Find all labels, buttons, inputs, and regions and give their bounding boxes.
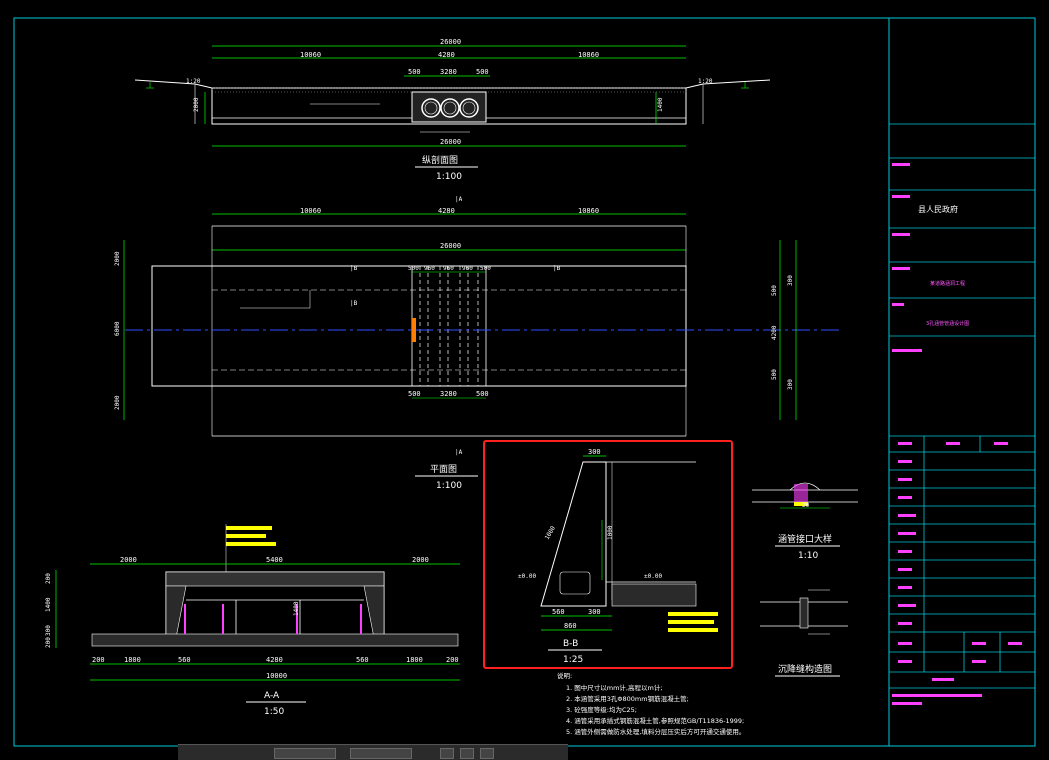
plan-small-3: 960 bbox=[443, 265, 454, 272]
aa-right-1: 1400 bbox=[293, 601, 300, 616]
taskbar-item-1[interactable] bbox=[274, 748, 336, 759]
bb-dim-b1: 560 bbox=[552, 608, 565, 616]
plan-right-1: 500 bbox=[771, 285, 778, 296]
plan-right-4: 300 bbox=[787, 275, 794, 286]
bb-scale: 1:25 bbox=[563, 655, 583, 665]
aa-dim-b7: 200 bbox=[446, 656, 459, 664]
bb-highlight-box bbox=[483, 440, 733, 669]
plan-small-2: 960 bbox=[424, 265, 435, 272]
bb-height: 1000 bbox=[607, 525, 614, 540]
settlement-joint-view: 沉降缝构造图 bbox=[760, 589, 848, 677]
plan-dim-total: 26000 bbox=[440, 242, 461, 250]
aa-dim-top-1: 2000 bbox=[120, 556, 137, 564]
taskbar bbox=[178, 744, 568, 760]
plan-right-3: 500 bbox=[771, 369, 778, 380]
aa-dim-b1: 200 bbox=[92, 656, 105, 664]
tb-drawing: 3孔涵管管涵设计图 bbox=[926, 320, 969, 327]
elevation-scale: 1:100 bbox=[436, 172, 462, 182]
taskbar-item-2[interactable] bbox=[350, 748, 412, 759]
bb-level-right: ±0.00 bbox=[644, 573, 662, 580]
plan-dim-mid: 4280 bbox=[438, 207, 455, 215]
plan-bot-1: 500 bbox=[408, 390, 421, 398]
aa-dim-b4: 4280 bbox=[266, 656, 283, 664]
section-bb-view: 300 1000 1000 ±0.00 ±0.00 560 300 860 B-… bbox=[483, 440, 733, 669]
aa-left-1: 200 bbox=[45, 573, 52, 584]
aa-dim-b5: 560 bbox=[356, 656, 369, 664]
aa-left-3: 300 bbox=[45, 625, 52, 636]
detail-title: 涵管接口大样 bbox=[778, 533, 832, 545]
bb-dim-top: 300 bbox=[588, 448, 601, 456]
elevation-title: 纵剖面图 bbox=[422, 154, 458, 166]
taskbar-item-5[interactable] bbox=[480, 748, 494, 759]
plan-mark-b3: |B bbox=[553, 265, 561, 272]
aa-dim-top-2: 5400 bbox=[266, 556, 283, 564]
cad-drawing-canvas: 26000 10060 4280 10860 500 3280 500 2600… bbox=[13, 17, 1036, 747]
plan-small-4: 960 bbox=[462, 265, 473, 272]
plan-bot-2: 3280 bbox=[440, 390, 457, 398]
bb-dim-b3: 860 bbox=[564, 622, 577, 630]
section-aa-view: 2000 5400 2000 200 1800 560 4280 560 180… bbox=[45, 524, 460, 717]
elev-dim-mid: 4280 bbox=[438, 51, 455, 59]
plan-mark-a-bottom: |A bbox=[455, 449, 463, 456]
notes-item-3: 3. 砼强度等级:均为C25; bbox=[566, 705, 637, 714]
plan-scale: 1:100 bbox=[436, 481, 462, 491]
elev-dim-s3: 500 bbox=[476, 68, 489, 76]
detail2-title: 沉降缝构造图 bbox=[778, 663, 832, 675]
notes-block: 说明: 1. 图中尺寸以mm计,高程以m计; 2. 本涵管采用3孔Φ800mm钢… bbox=[557, 671, 745, 736]
taskbar-item-3[interactable] bbox=[440, 748, 454, 759]
plan-mark-a-top: |A bbox=[455, 196, 463, 203]
plan-mark-b1: |B bbox=[350, 265, 358, 272]
plan-title: 平面图 bbox=[430, 464, 457, 475]
plan-left-3: 2000 bbox=[114, 395, 121, 410]
plan-left-1: 2000 bbox=[114, 251, 121, 266]
plan-small-5: 500 bbox=[480, 265, 491, 272]
plan-right-2: 4200 bbox=[771, 325, 778, 340]
notes-item-1: 1. 图中尺寸以mm计,高程以m计; bbox=[566, 683, 663, 692]
plan-right-5: 300 bbox=[787, 379, 794, 390]
elevation-view: 26000 10060 4280 10860 500 3280 500 2600… bbox=[134, 38, 771, 182]
plan-small-1: 500 bbox=[408, 265, 419, 272]
elev-dim-right: 10860 bbox=[578, 51, 599, 59]
aa-title: A-A bbox=[264, 691, 280, 701]
joint-detail-view: 20 涵管接口大样 1:10 bbox=[752, 482, 858, 561]
elev-slope-left: 1:20 bbox=[186, 78, 201, 85]
elev-dim-total: 26000 bbox=[440, 38, 461, 46]
elev-slope-right: 1:20 bbox=[698, 78, 713, 85]
aa-left-4: 200 bbox=[45, 637, 52, 648]
elev-dim-bottom: 26000 bbox=[440, 138, 461, 146]
aa-dim-b3: 560 bbox=[178, 656, 191, 664]
elev-right-height: 1400 bbox=[657, 97, 664, 112]
aa-dim-b-total: 10000 bbox=[266, 672, 287, 680]
bb-left-dim: 1000 bbox=[544, 525, 557, 541]
plan-left-2: 6000 bbox=[114, 321, 121, 336]
elev-dim-s1: 500 bbox=[408, 68, 421, 76]
notes-item-4: 4. 涵管采用承插式钢筋混凝土管,参照规范GB/T11836-1999; bbox=[566, 716, 744, 725]
notes-item-5: 5. 涵管外侧需做防水处理,填料分层压实后方可开通交通使用。 bbox=[566, 727, 745, 736]
aa-dim-b6: 1800 bbox=[406, 656, 423, 664]
notes-item-2: 2. 本涵管采用3孔Φ800mm钢筋混凝土管; bbox=[566, 694, 689, 703]
plan-dim-right: 10860 bbox=[578, 207, 599, 215]
tb-client: 县人民政府 bbox=[918, 204, 958, 214]
plan-mark-b2: |B bbox=[350, 300, 358, 307]
plan-bot-3: 500 bbox=[476, 390, 489, 398]
tb-project: 某道路涵洞工程 bbox=[930, 280, 965, 287]
detail-scale: 1:10 bbox=[798, 551, 818, 561]
taskbar-item-4[interactable] bbox=[460, 748, 474, 759]
elev-dim-left: 10060 bbox=[300, 51, 321, 59]
elev-left-height: 2000 bbox=[193, 97, 200, 112]
aa-dim-b2: 1800 bbox=[124, 656, 141, 664]
bb-dim-b2: 300 bbox=[588, 608, 601, 616]
aa-dim-top-3: 2000 bbox=[412, 556, 429, 564]
detail-dim: 20 bbox=[802, 502, 810, 509]
bb-title: B-B bbox=[563, 639, 578, 649]
aa-scale: 1:50 bbox=[264, 707, 284, 717]
title-block bbox=[889, 123, 1035, 689]
plan-dim-left: 10060 bbox=[300, 207, 321, 215]
elev-dim-s2: 3280 bbox=[440, 68, 457, 76]
aa-left-2: 1400 bbox=[45, 597, 52, 612]
bb-level-left: ±0.00 bbox=[518, 573, 536, 580]
notes-heading: 说明: bbox=[557, 671, 572, 680]
